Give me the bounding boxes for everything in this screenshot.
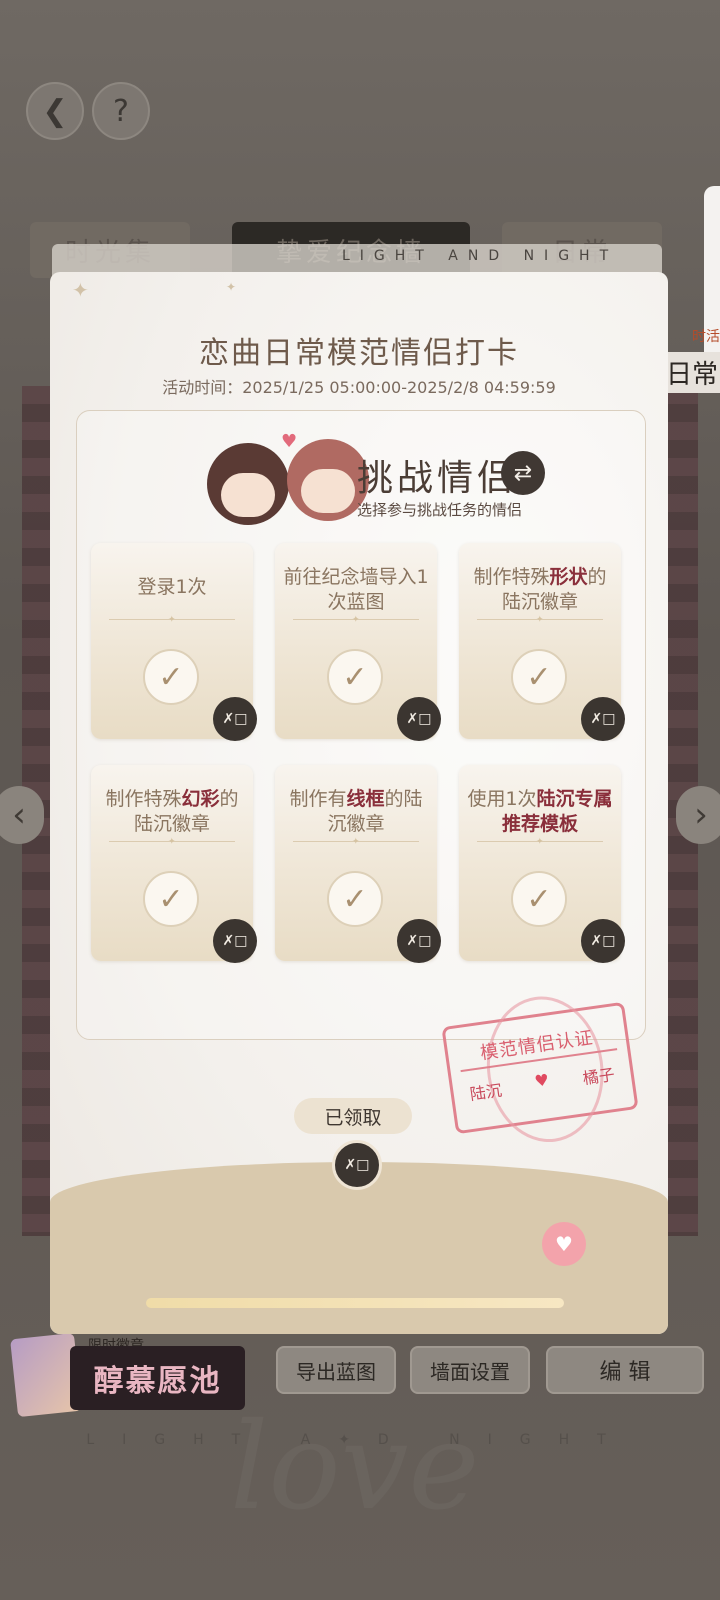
chevron-left-icon: ‹ [12, 795, 26, 835]
footer-brand-text: LIGHT A✦D NIGHT [86, 1432, 634, 1448]
task-text: 登录1次 [137, 576, 207, 598]
task-card[interactable]: 使用1次陆沉专属推荐模板 ✦ ✓ ✗□ [459, 765, 625, 963]
avatar-male [207, 443, 289, 525]
prev-page-button[interactable]: ‹ [0, 786, 44, 844]
check-icon: ✓ [143, 871, 199, 927]
mascot-icon: ♥ [542, 1222, 586, 1266]
challenge-card: ♥ 挑战情侣 选择参与挑战任务的情侣 ⇄ 登录1次 ✦ ✓ ✗□ 前往纪念墙导入… [76, 410, 646, 1040]
partner-title: 挑战情侣 [357, 458, 518, 499]
task-card[interactable]: 制作有线框的陆沉徽章 ✦ ✓ ✗□ [275, 765, 441, 963]
task-text: 制作特殊幻彩的陆沉徽章 [105, 788, 239, 835]
modal-header-strip-text: LIGHT AND NIGHT [342, 248, 619, 264]
chevron-right-icon: › [694, 795, 708, 835]
reward-icon[interactable]: ✗□ [397, 919, 441, 963]
back-button[interactable]: ❮ [26, 82, 84, 140]
task-text: 制作特殊形状的陆沉徽章 [473, 566, 607, 613]
task-card[interactable]: 前往纪念墙导入1次蓝图 ✦ ✓ ✗□ [275, 543, 441, 741]
reward-icon[interactable]: ✗□ [581, 697, 625, 741]
export-blueprint-button[interactable]: 导出蓝图 [276, 1346, 396, 1394]
task-text: 前往纪念墙导入1次蓝图 [283, 566, 429, 613]
check-icon: ✓ [327, 871, 383, 927]
background-script-text: love [230, 1398, 480, 1537]
side-label: 日常 [659, 352, 720, 393]
limited-badge-banner[interactable]: 醇慕愿池 [70, 1346, 245, 1410]
reward-icon[interactable]: ✗□ [213, 919, 257, 963]
swap-arrows-icon: ⇄ [513, 460, 533, 486]
sparkle-icon: ✦ [72, 278, 89, 302]
side-label-small: 时活 [692, 329, 720, 345]
task-card[interactable]: 制作特殊幻彩的陆沉徽章 ✦ ✓ ✗□ [91, 765, 257, 963]
task-text: 制作有线框的陆沉徽章 [289, 788, 423, 835]
stamp-name-right: 橘子 [581, 1064, 616, 1089]
progress-bar [146, 1298, 564, 1308]
stamp-name-left: 陆沉 [468, 1080, 504, 1104]
task-text: 使用1次陆沉专属推荐模板 [467, 788, 613, 835]
event-time: 活动时间：2025/1/25 05:00:00-2025/2/8 04:59:5… [162, 378, 556, 397]
next-page-button[interactable]: › [676, 786, 720, 844]
partner-subtitle: 选择参与挑战任务的情侣 [357, 501, 523, 519]
checkin-modal: ✦ ✦ ✦ 恋曲日常模范情侣打卡 活动时间：2025/1/25 05:00:00… [50, 272, 668, 1334]
edit-button[interactable]: 编 辑 [546, 1346, 704, 1394]
task-card[interactable]: 登录1次 ✦ ✓ ✗□ [91, 543, 257, 741]
claimed-button[interactable]: 已领取 [294, 1098, 412, 1134]
heart-icon: ♥ [533, 1069, 551, 1091]
check-icon: ✓ [327, 649, 383, 705]
swap-partner-button[interactable]: ⇄ [501, 451, 545, 495]
progress-area: ✗□ ♥ [50, 1140, 668, 1334]
reward-icon[interactable]: ✗□ [397, 697, 441, 741]
couple-avatars: ♥ [207, 431, 375, 535]
check-icon: ✓ [511, 649, 567, 705]
heart-icon: ♥ [281, 431, 298, 452]
reward-icon[interactable]: ✗□ [213, 697, 257, 741]
task-card[interactable]: 制作特殊形状的陆沉徽章 ✦ ✓ ✗□ [459, 543, 625, 741]
milestone-reward-icon[interactable]: ✗□ [332, 1140, 382, 1190]
sparkle-icon: ✦ [226, 280, 237, 294]
help-button[interactable]: ? [92, 82, 150, 140]
check-icon: ✓ [511, 871, 567, 927]
modal-title: 恋曲日常模范情侣打卡 [199, 336, 519, 371]
back-arrow-icon: ❮ [42, 93, 68, 129]
reward-icon[interactable]: ✗□ [581, 919, 625, 963]
check-icon: ✓ [143, 649, 199, 705]
wall-settings-button[interactable]: 墙面设置 [410, 1346, 530, 1394]
